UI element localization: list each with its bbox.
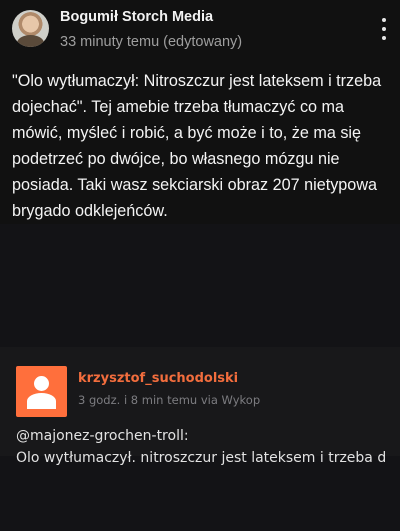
screenshot-meta: 3 godz. i 8 min temu via Wykop <box>78 393 261 407</box>
menu-dot <box>382 27 386 31</box>
embedded-screenshot[interactable]: krzysztof_suchodolski 3 godz. i 8 min te… <box>0 224 400 531</box>
user-icon-head <box>34 376 49 391</box>
post-body: "Olo wytłumaczył: Nitroszczur jest latek… <box>12 72 382 220</box>
default-user-icon <box>16 366 67 417</box>
kebab-menu-icon[interactable] <box>376 18 392 40</box>
post-timestamp: 33 minuty temu (edytowany) <box>60 34 243 50</box>
cutoff-ghost-text: ······························ <box>16 473 180 480</box>
menu-dot <box>382 36 386 40</box>
screenshot-reply-mention: @majonez-grochen-troll: <box>16 428 189 444</box>
author-avatar[interactable] <box>12 10 49 47</box>
avatar-figure <box>17 35 44 47</box>
screenshot-comment-text: Olo wytłumaczył. nitroszczur jest lateks… <box>16 450 387 466</box>
post-author[interactable]: Bogumił Storch Media <box>60 9 213 25</box>
screenshot-cutoff-line: ······························ <box>0 473 400 480</box>
menu-dot <box>382 18 386 22</box>
screenshot-username: krzysztof_suchodolski <box>78 371 239 386</box>
post-card: Bogumił Storch Media 33 minuty temu (edy… <box>0 0 400 224</box>
user-icon-body <box>27 393 56 409</box>
